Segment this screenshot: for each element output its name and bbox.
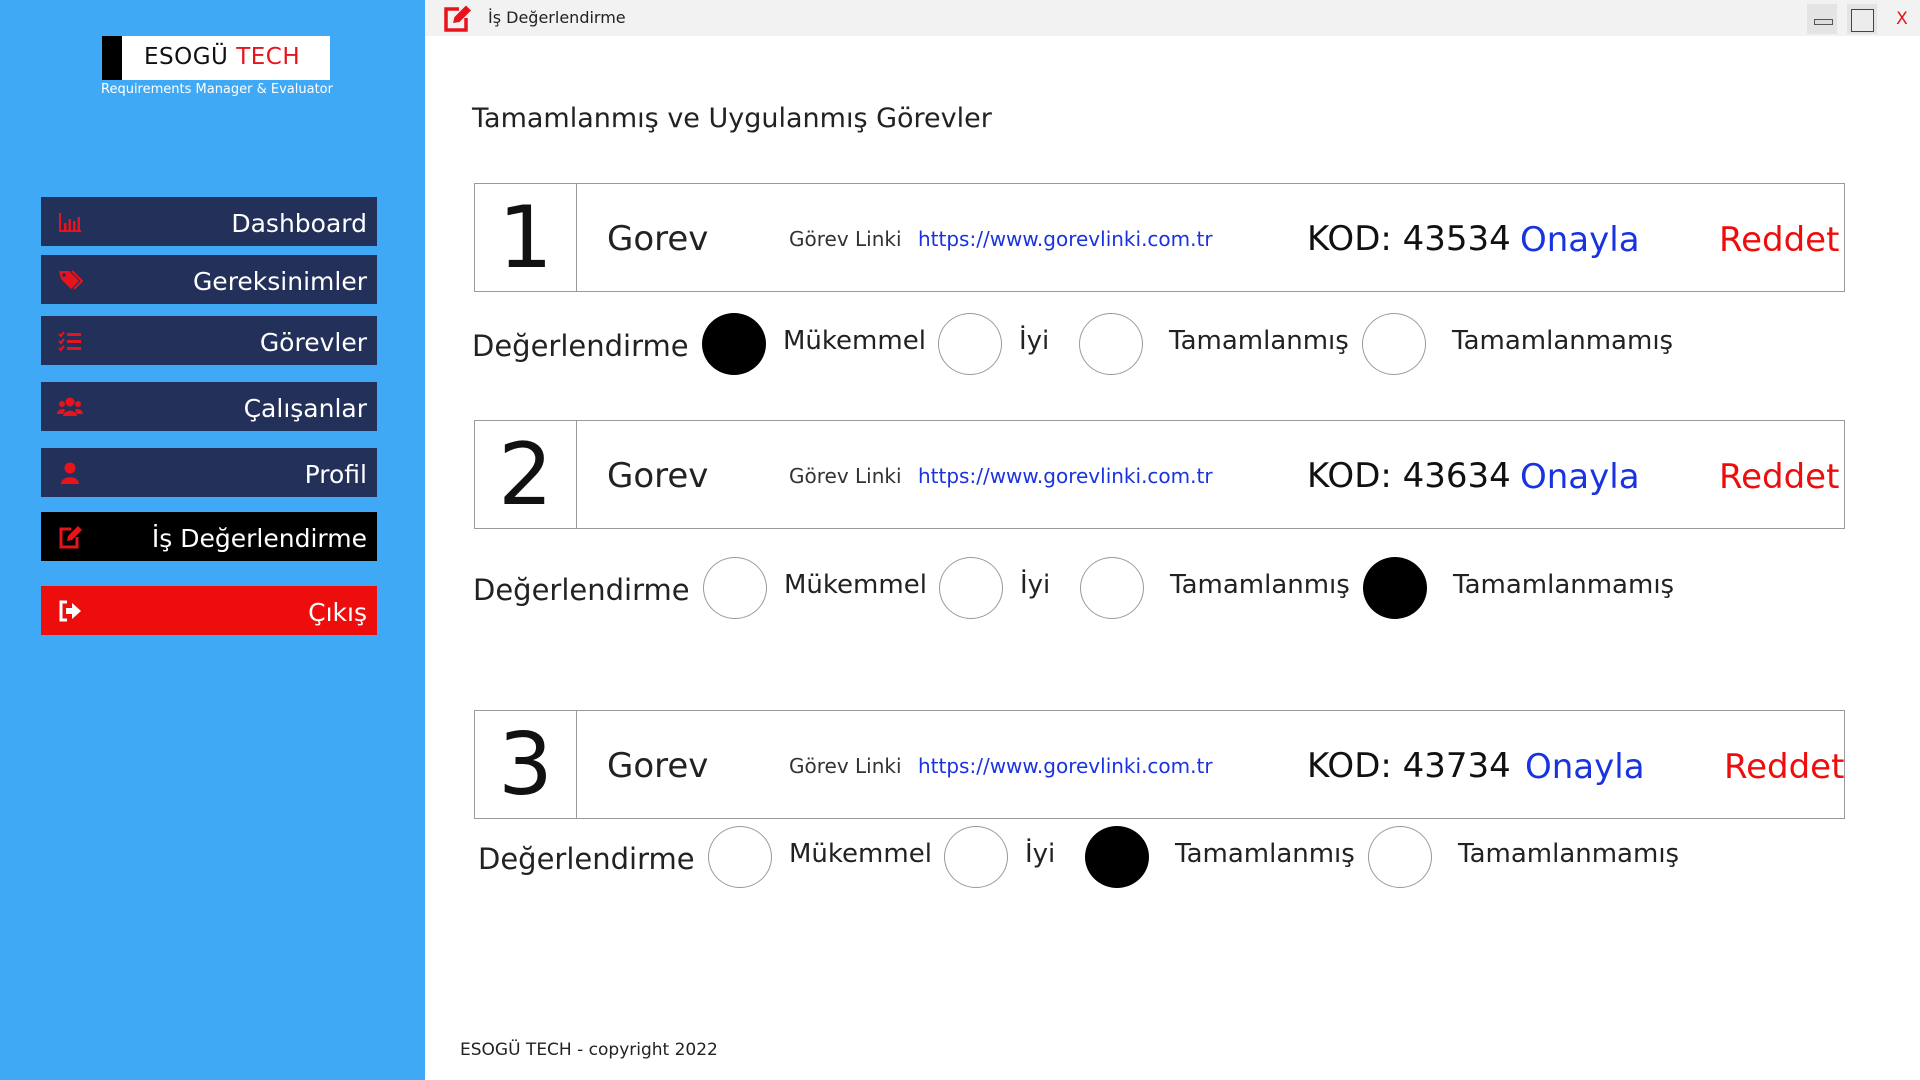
sidebar: ESOGÜ TECH Requirements Manager & Evalua…: [0, 0, 425, 1080]
sidebar-item-label: Çalışanlar: [243, 394, 367, 423]
sign-out-icon: [59, 600, 81, 622]
radio-tamamlanmis[interactable]: [1079, 313, 1143, 375]
reject-button[interactable]: Reddet: [1719, 220, 1839, 260]
minimize-button[interactable]: [1807, 4, 1837, 34]
sidebar-item-is-degerlendirme[interactable]: İş Değerlendirme: [41, 512, 377, 561]
radio-tamamlanmis[interactable]: [1085, 826, 1149, 888]
footer-copyright: ESOGÜ TECH - copyright 2022: [460, 1040, 718, 1060]
task-link-label: Görev Linki: [789, 754, 902, 778]
logo-subtitle: Requirements Manager & Evaluator: [101, 82, 333, 97]
task-name: Gorev: [607, 456, 709, 496]
sidebar-item-profil[interactable]: Profil: [41, 448, 377, 497]
reject-button[interactable]: Reddet: [1719, 457, 1839, 497]
task-number: 3: [474, 710, 577, 819]
sidebar-item-label: Profil: [304, 460, 367, 489]
radio-tamamlanmamis[interactable]: [1368, 826, 1432, 888]
rating-row: Değerlendirme Mükemmel İyi Tamamlanmış T…: [478, 826, 1778, 890]
radio-tamamlanmamis[interactable]: [1363, 557, 1427, 619]
task-link[interactable]: https://www.gorevlinki.com.tr: [918, 754, 1213, 778]
task-code: KOD: 43634: [1307, 456, 1511, 496]
task-code: KOD: 43734: [1307, 746, 1511, 786]
radio-iyi[interactable]: [939, 557, 1003, 619]
sidebar-item-calisanlar[interactable]: Çalışanlar: [41, 382, 377, 431]
option-label: İyi: [1020, 570, 1051, 600]
task-name: Gorev: [607, 746, 709, 786]
radio-mukemmel[interactable]: [708, 826, 772, 888]
bar-chart-icon: [59, 213, 81, 232]
option-label: Mükemmel: [784, 570, 927, 600]
page-title: Tamamlanmış ve Uygulanmış Görevler: [472, 103, 992, 134]
task-code: KOD: 43534: [1307, 219, 1511, 259]
logo-brand-accent: TECH: [236, 44, 301, 70]
radio-tamamlanmis[interactable]: [1080, 557, 1144, 619]
sidebar-item-label: Gereksinimler: [192, 267, 367, 296]
task-link-label: Görev Linki: [789, 227, 902, 251]
reject-button[interactable]: Reddet: [1724, 747, 1844, 787]
logo-brand: ESOGÜ: [144, 44, 229, 70]
close-button[interactable]: X: [1887, 4, 1917, 34]
rating-label: Değerlendirme: [472, 329, 689, 363]
option-label: Tamamlanmış: [1175, 839, 1355, 869]
rating-row: Değerlendirme Mükemmel İyi Tamamlanmış T…: [473, 557, 1773, 621]
task-card: 3 Gorev Görev Linki https://www.gorevlin…: [474, 710, 1845, 819]
users-icon: [57, 397, 83, 416]
task-link[interactable]: https://www.gorevlinki.com.tr: [918, 227, 1213, 251]
option-label: İyi: [1019, 326, 1050, 356]
radio-mukemmel[interactable]: [703, 557, 767, 619]
logout-button[interactable]: Çıkış: [41, 586, 377, 635]
sidebar-item-label: Dashboard: [231, 209, 367, 238]
tag-icon: [59, 270, 83, 290]
sidebar-item-label: Görevler: [259, 328, 367, 357]
option-label: Tamamlanmış: [1169, 326, 1349, 356]
option-label: İyi: [1025, 839, 1056, 869]
title-bar: İş Değerlendirme X: [425, 0, 1920, 36]
option-label: Tamamlanmamış: [1453, 570, 1675, 600]
sidebar-item-gorevler[interactable]: Görevler: [41, 316, 377, 365]
task-number: 2: [474, 420, 577, 529]
option-label: Tamamlanmış: [1170, 570, 1350, 600]
radio-iyi[interactable]: [938, 313, 1002, 375]
sidebar-item-label: İş Değerlendirme: [151, 524, 367, 553]
task-number: 1: [474, 183, 577, 292]
rating-row: Değerlendirme Mükemmel İyi Tamamlanmış T…: [472, 313, 1772, 377]
tasks-icon: [58, 331, 81, 352]
edit-icon: [444, 5, 471, 32]
task-name: Gorev: [607, 219, 709, 259]
task-card: 2 Gorev Görev Linki https://www.gorevlin…: [474, 420, 1845, 529]
rating-label: Değerlendirme: [478, 842, 695, 876]
radio-mukemmel[interactable]: [702, 313, 766, 375]
sidebar-item-label: Çıkış: [308, 598, 367, 627]
sidebar-item-dashboard[interactable]: Dashboard: [41, 197, 377, 246]
option-label: Tamamlanmamış: [1458, 839, 1680, 869]
task-link[interactable]: https://www.gorevlinki.com.tr: [918, 464, 1213, 488]
task-card: 1 Gorev Görev Linki https://www.gorevlin…: [474, 183, 1845, 292]
option-label: Mükemmel: [783, 326, 926, 356]
radio-iyi[interactable]: [944, 826, 1008, 888]
approve-button[interactable]: Onayla: [1520, 457, 1640, 497]
option-label: Mükemmel: [789, 839, 932, 869]
sidebar-item-gereksinimler[interactable]: Gereksinimler: [41, 255, 377, 304]
task-link-label: Görev Linki: [789, 464, 902, 488]
approve-button[interactable]: Onayla: [1520, 220, 1640, 260]
user-icon: [61, 462, 79, 484]
logo-text: ESOGÜ TECH: [144, 44, 300, 70]
approve-button[interactable]: Onayla: [1525, 747, 1645, 787]
radio-tamamlanmamis[interactable]: [1362, 313, 1426, 375]
option-label: Tamamlanmamış: [1452, 326, 1674, 356]
maximize-button[interactable]: [1847, 4, 1877, 34]
logo: ESOGÜ TECH: [102, 36, 330, 80]
window-title: İş Değerlendirme: [488, 8, 626, 27]
edit-icon: [59, 526, 82, 549]
rating-label: Değerlendirme: [473, 573, 690, 607]
